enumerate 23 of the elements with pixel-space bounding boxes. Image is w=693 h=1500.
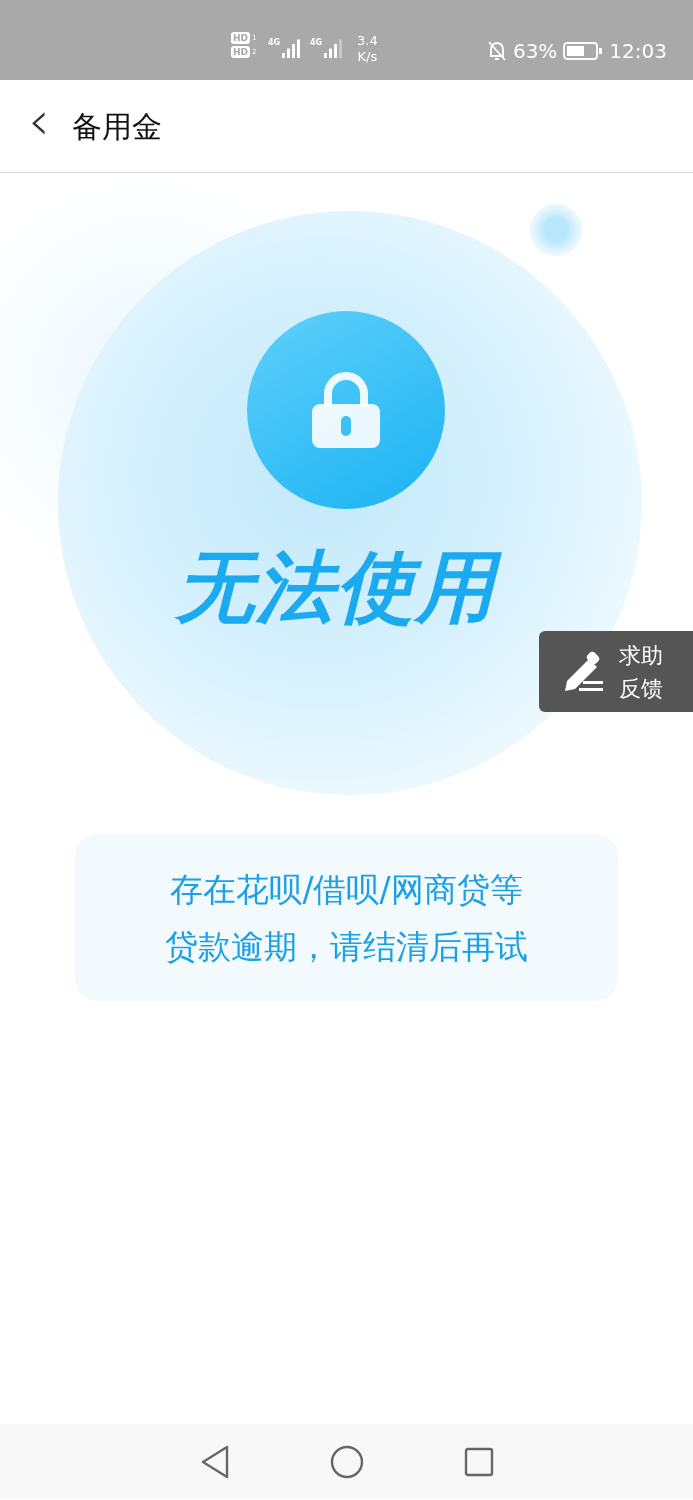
hd-label: HD [231, 32, 250, 44]
message-text: 存在花呗/借呗/网商贷等 [170, 868, 523, 911]
feedback-button[interactable]: 求助 反馈 [539, 631, 693, 712]
speed-unit: K/s [357, 49, 378, 65]
small-bubble [530, 204, 582, 256]
back-button[interactable]: ‹ [0, 94, 72, 158]
signal-icon [282, 38, 303, 58]
message-text: 贷款逾期，请结清后再试 [165, 925, 528, 968]
battery-icon [563, 41, 604, 61]
battery-percent: 63% [512, 38, 558, 65]
speed-value: 3.4 [357, 33, 378, 49]
page-title: 备用金 [71, 107, 162, 146]
network-type: 4G [310, 38, 323, 47]
back-nav-button[interactable] [199, 1444, 230, 1479]
lock-icon [310, 370, 382, 450]
hd-label: HD [231, 46, 250, 58]
network-type: 4G [268, 38, 281, 47]
signal-icon [324, 38, 345, 58]
status-heading: 无法使用 [166, 537, 512, 639]
home-nav-button[interactable] [329, 1444, 364, 1479]
clock-time: 12:03 [609, 38, 667, 65]
muted-bell-icon [486, 40, 507, 62]
recents-nav-button[interactable] [463, 1446, 494, 1477]
